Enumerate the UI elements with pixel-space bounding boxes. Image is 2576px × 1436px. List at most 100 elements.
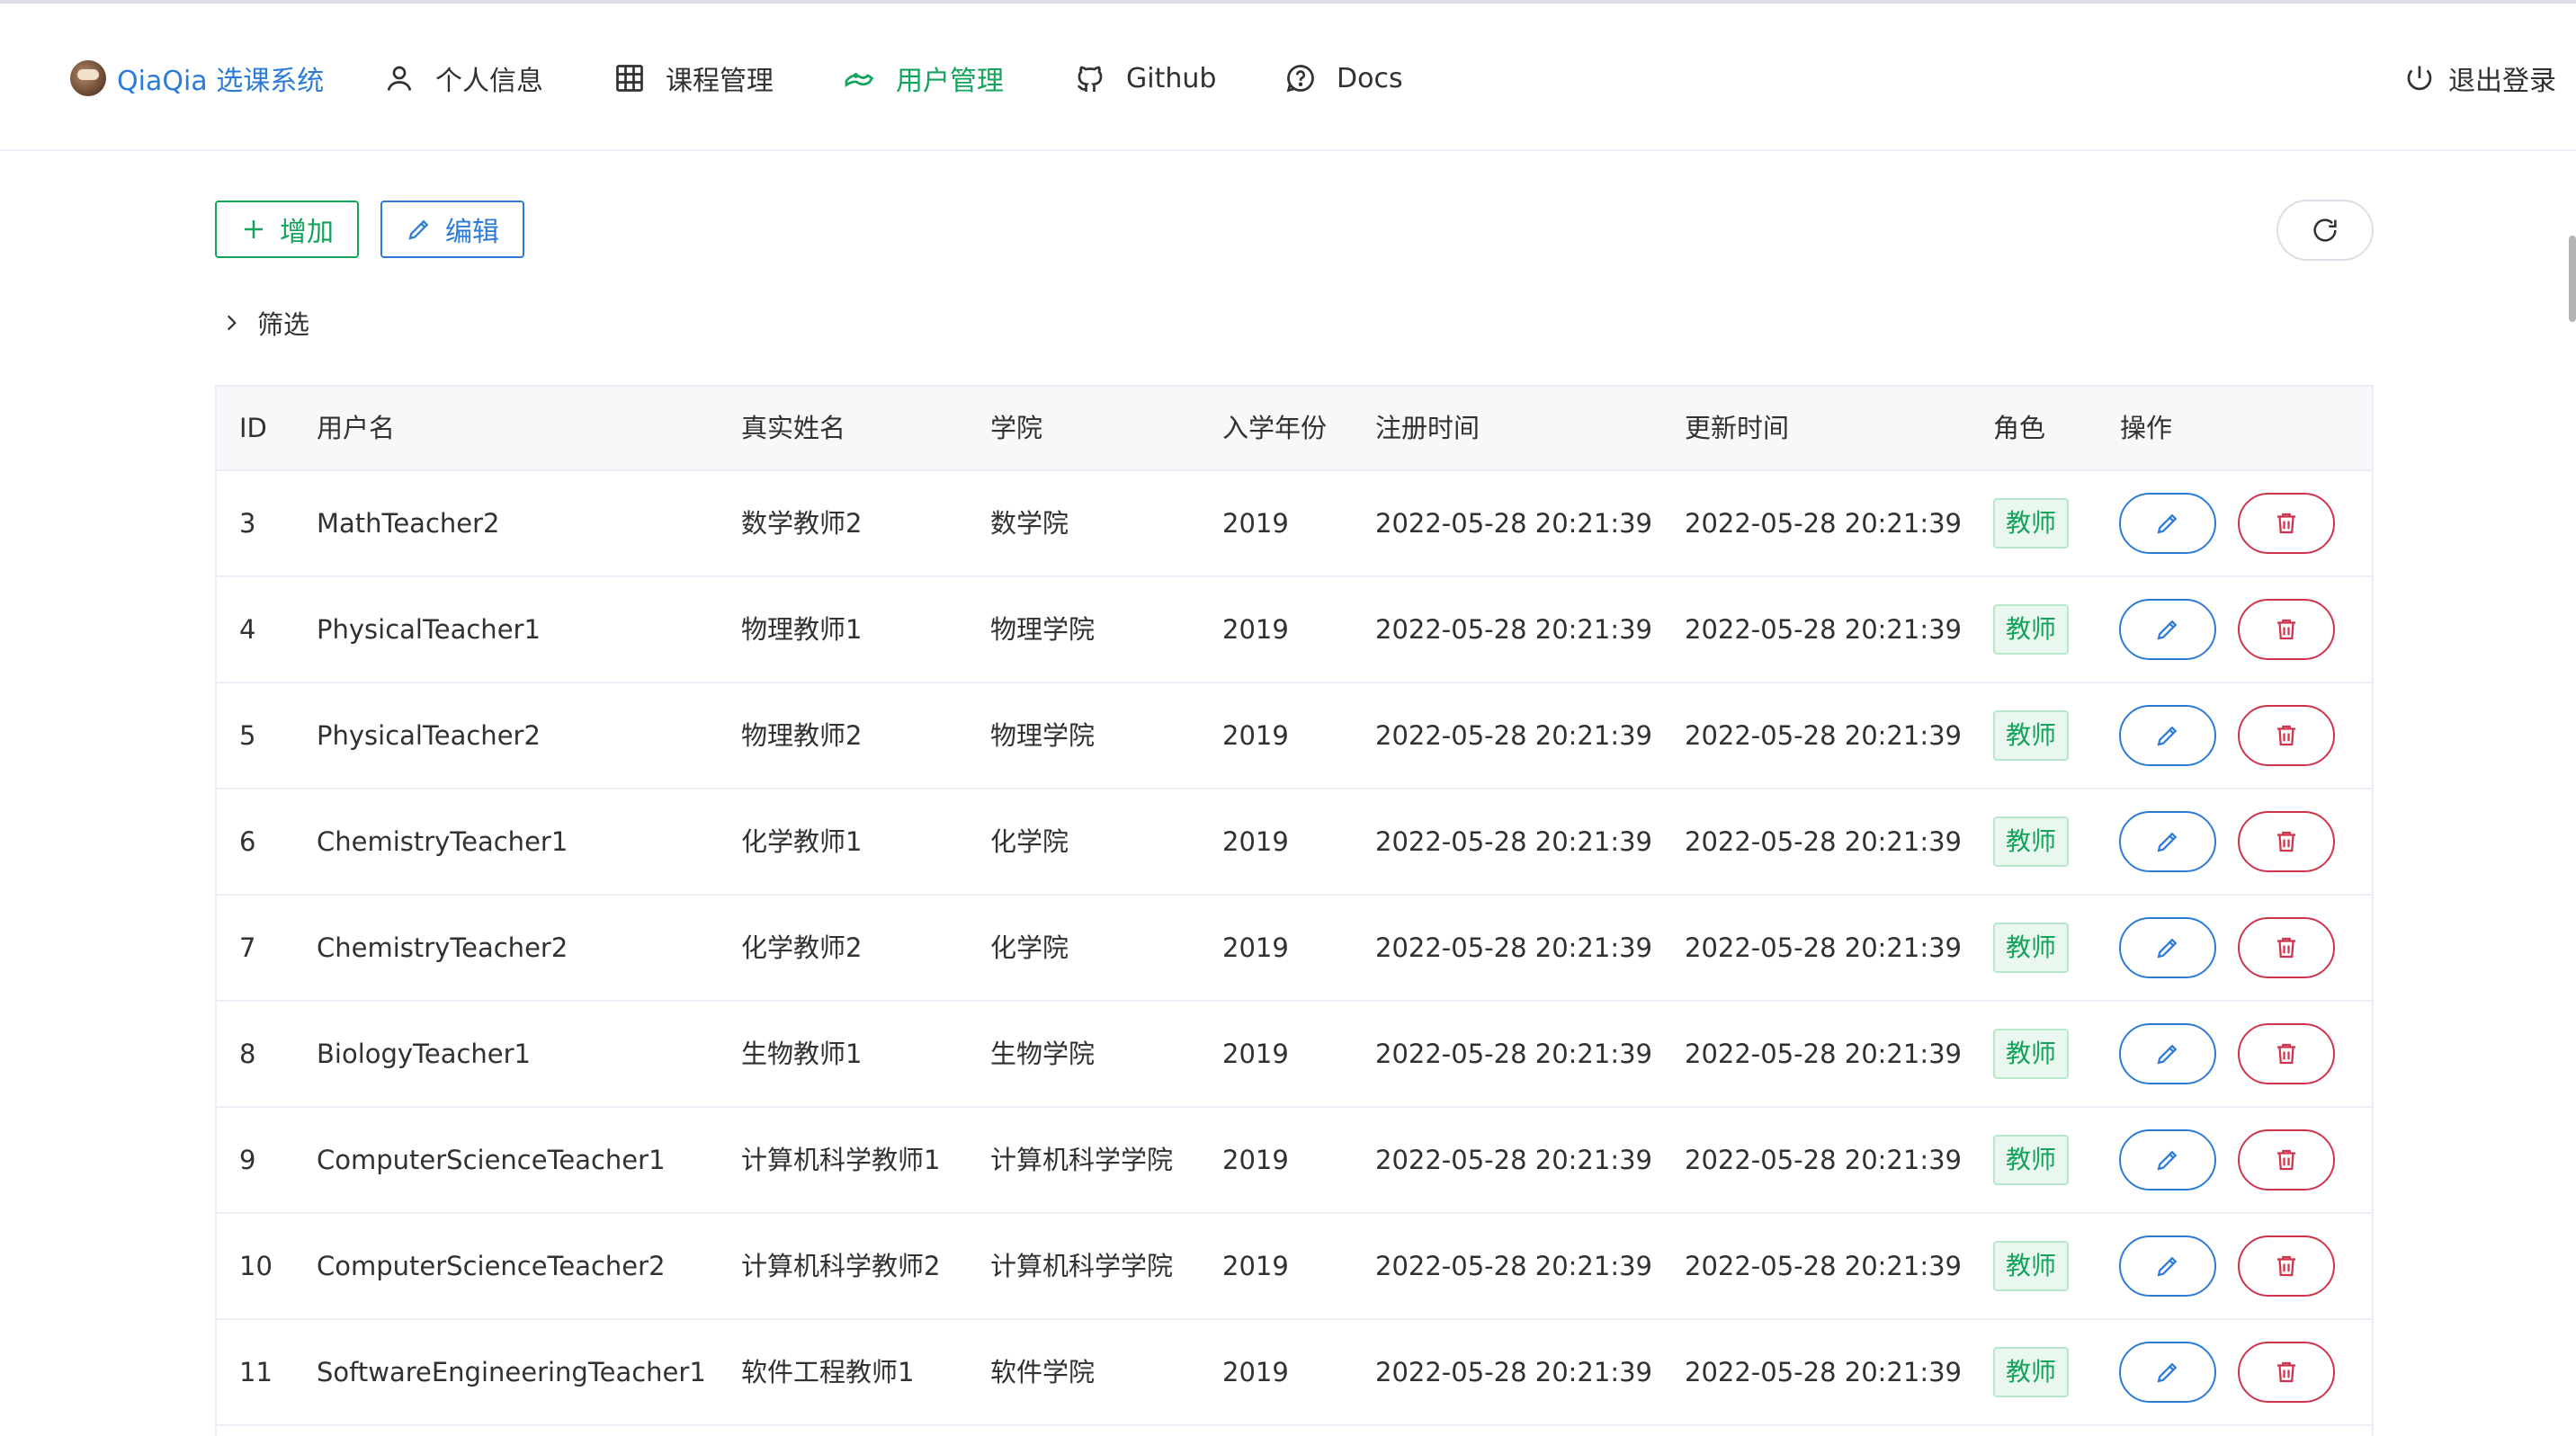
- cell-realname: 物理教师2: [741, 720, 863, 751]
- trash-icon: [2277, 1361, 2295, 1383]
- nav-item-courses[interactable]: 课程管理: [613, 56, 774, 101]
- cell-created: 2022-05-28 20:21:39: [1375, 1145, 1652, 1175]
- column-header-username[interactable]: 用户名: [317, 387, 395, 469]
- cell-college: 数学院: [990, 508, 1069, 539]
- nav-item-users[interactable]: 用户管理: [844, 56, 1004, 101]
- row-edit-button[interactable]: [2119, 599, 2216, 660]
- column-header-year[interactable]: 入学年份: [1222, 387, 1327, 469]
- row-delete-button[interactable]: [2238, 1235, 2335, 1297]
- row-delete-button[interactable]: [2238, 811, 2335, 872]
- cell-realname: 生物教师1: [741, 1039, 863, 1069]
- row-delete-button[interactable]: [2238, 493, 2335, 554]
- cell-realname: 数学教师2: [741, 508, 863, 539]
- cell-updated: 2022-05-28 20:21:39: [1685, 932, 1962, 963]
- pencil-icon: [2157, 1044, 2178, 1065]
- column-header-college[interactable]: 学院: [990, 387, 1042, 469]
- brand-link[interactable]: QiaQia 选课系统: [70, 56, 324, 101]
- cell-created: 2022-05-28 20:21:39: [1375, 508, 1652, 539]
- row-delete-button[interactable]: [2238, 1342, 2335, 1403]
- table-row[interactable]: 8 BiologyTeacher1 生物教师1 生物学院 2019 2022-0…: [217, 1002, 2372, 1108]
- cell-id: 7: [239, 932, 256, 963]
- role-badge: 教师: [1993, 710, 2069, 761]
- nav-item-label: 用户管理: [896, 66, 1004, 97]
- role-badge: 教师: [1993, 604, 2069, 655]
- pencil-icon: [2157, 620, 2178, 640]
- table-row[interactable]: 11 SoftwareEngineeringTeacher1 软件工程教师1 软…: [217, 1320, 2372, 1426]
- table-row[interactable]: 7 ChemistryTeacher2 化学教师2 化学院 2019 2022-…: [217, 896, 2372, 1002]
- add-button[interactable]: 增加: [215, 201, 359, 258]
- row-delete-button[interactable]: [2238, 599, 2335, 660]
- role-badge: 教师: [1993, 923, 2069, 973]
- cell-year: 2019: [1222, 508, 1289, 539]
- page-scrollbar[interactable]: [2569, 236, 2576, 322]
- cell-year: 2019: [1222, 1145, 1289, 1175]
- nav-item-profile[interactable]: 个人信息: [383, 56, 543, 101]
- row-edit-button[interactable]: [2119, 1023, 2216, 1084]
- row-delete-button[interactable]: [2238, 1023, 2335, 1084]
- cell-id: 5: [239, 720, 256, 751]
- power-icon: [2407, 66, 2432, 91]
- filter-label: 筛选: [257, 309, 310, 340]
- row-edit-button[interactable]: [2119, 705, 2216, 766]
- trash-icon: [2277, 1149, 2295, 1171]
- edit-button[interactable]: 编辑: [380, 201, 524, 258]
- row-edit-button[interactable]: [2119, 1235, 2216, 1297]
- cell-created: 2022-05-28 20:21:39: [1375, 1039, 1652, 1069]
- cell-id: 10: [239, 1251, 273, 1281]
- cell-created: 2022-05-28 20:21:39: [1375, 614, 1652, 645]
- cell-username: MathTeacher2: [317, 508, 500, 539]
- pencil-icon: [2157, 513, 2178, 534]
- column-header-created[interactable]: 注册时间: [1375, 387, 1480, 469]
- row-delete-button[interactable]: [2238, 705, 2335, 766]
- cell-updated: 2022-05-28 20:21:39: [1685, 1145, 1962, 1175]
- cell-updated: 2022-05-28 20:21:39: [1685, 1039, 1962, 1069]
- nav-item-github[interactable]: Github: [1074, 56, 1216, 101]
- add-button-label: 增加: [280, 217, 334, 248]
- row-edit-button[interactable]: [2119, 493, 2216, 554]
- cell-realname: 计算机科学教师2: [741, 1251, 941, 1281]
- column-header-realname[interactable]: 真实姓名: [741, 387, 845, 469]
- trash-icon: [2277, 937, 2295, 959]
- cell-college: 计算机科学学院: [990, 1145, 1174, 1175]
- table-row[interactable]: 4 PhysicalTeacher1 物理教师1 物理学院 2019 2022-…: [217, 577, 2372, 683]
- cell-year: 2019: [1222, 720, 1289, 751]
- refresh-button[interactable]: [2276, 200, 2374, 261]
- table-row[interactable]: 3 MathTeacher2 数学教师2 数学院 2019 2022-05-28…: [217, 471, 2372, 577]
- cell-id: 3: [239, 508, 256, 539]
- edit-button-label: 编辑: [445, 217, 499, 248]
- cell-username: PhysicalTeacher1: [317, 614, 541, 645]
- table-row[interactable]: 6 ChemistryTeacher1 化学教师1 化学院 2019 2022-…: [217, 789, 2372, 896]
- row-edit-button[interactable]: [2119, 917, 2216, 978]
- row-edit-button[interactable]: [2119, 1129, 2216, 1191]
- table-row[interactable]: 10 ComputerScienceTeacher2 计算机科学教师2 计算机科…: [217, 1214, 2372, 1320]
- cell-year: 2019: [1222, 932, 1289, 963]
- cell-college: 生物学院: [990, 1039, 1096, 1069]
- table-header: ID 用户名 真实姓名 学院 入学年份 注册时间 更新时间 角色 操作: [217, 387, 2372, 471]
- row-edit-button[interactable]: [2119, 1342, 2216, 1403]
- row-edit-button[interactable]: [2119, 811, 2216, 872]
- pencil-icon: [2157, 1362, 2178, 1383]
- cell-id: 9: [239, 1145, 256, 1175]
- cell-updated: 2022-05-28 20:21:39: [1685, 1357, 1962, 1387]
- row-delete-button[interactable]: [2238, 917, 2335, 978]
- table-row[interactable]: 5 PhysicalTeacher2 物理教师2 物理学院 2019 2022-…: [217, 683, 2372, 789]
- row-delete-button[interactable]: [2238, 1129, 2335, 1191]
- filter-toggle[interactable]: 筛选: [219, 302, 309, 343]
- cell-username: BiologyTeacher1: [317, 1039, 532, 1069]
- nav-item-label: Docs: [1337, 62, 1403, 94]
- logout-button[interactable]: 退出登录: [2403, 56, 2556, 101]
- trash-icon: [2277, 725, 2295, 746]
- refresh-icon: [2313, 219, 2337, 242]
- cell-created: 2022-05-28 20:21:39: [1375, 720, 1652, 751]
- table-row[interactable]: 9 ComputerScienceTeacher1 计算机科学教师1 计算机科学…: [217, 1108, 2372, 1214]
- nav-item-label: 个人信息: [435, 66, 543, 97]
- cell-created: 2022-05-28 20:21:39: [1375, 826, 1652, 857]
- column-header-id[interactable]: ID: [239, 387, 267, 469]
- help-circle-icon: [1286, 65, 1314, 93]
- column-header-actions: 操作: [2120, 413, 2173, 443]
- cell-username: ChemistryTeacher2: [317, 932, 568, 963]
- column-header-role[interactable]: 角色: [1993, 387, 2045, 469]
- column-header-updated[interactable]: 更新时间: [1685, 387, 1789, 469]
- pencil-icon: [2157, 938, 2178, 959]
- nav-item-docs[interactable]: Docs: [1284, 56, 1403, 101]
